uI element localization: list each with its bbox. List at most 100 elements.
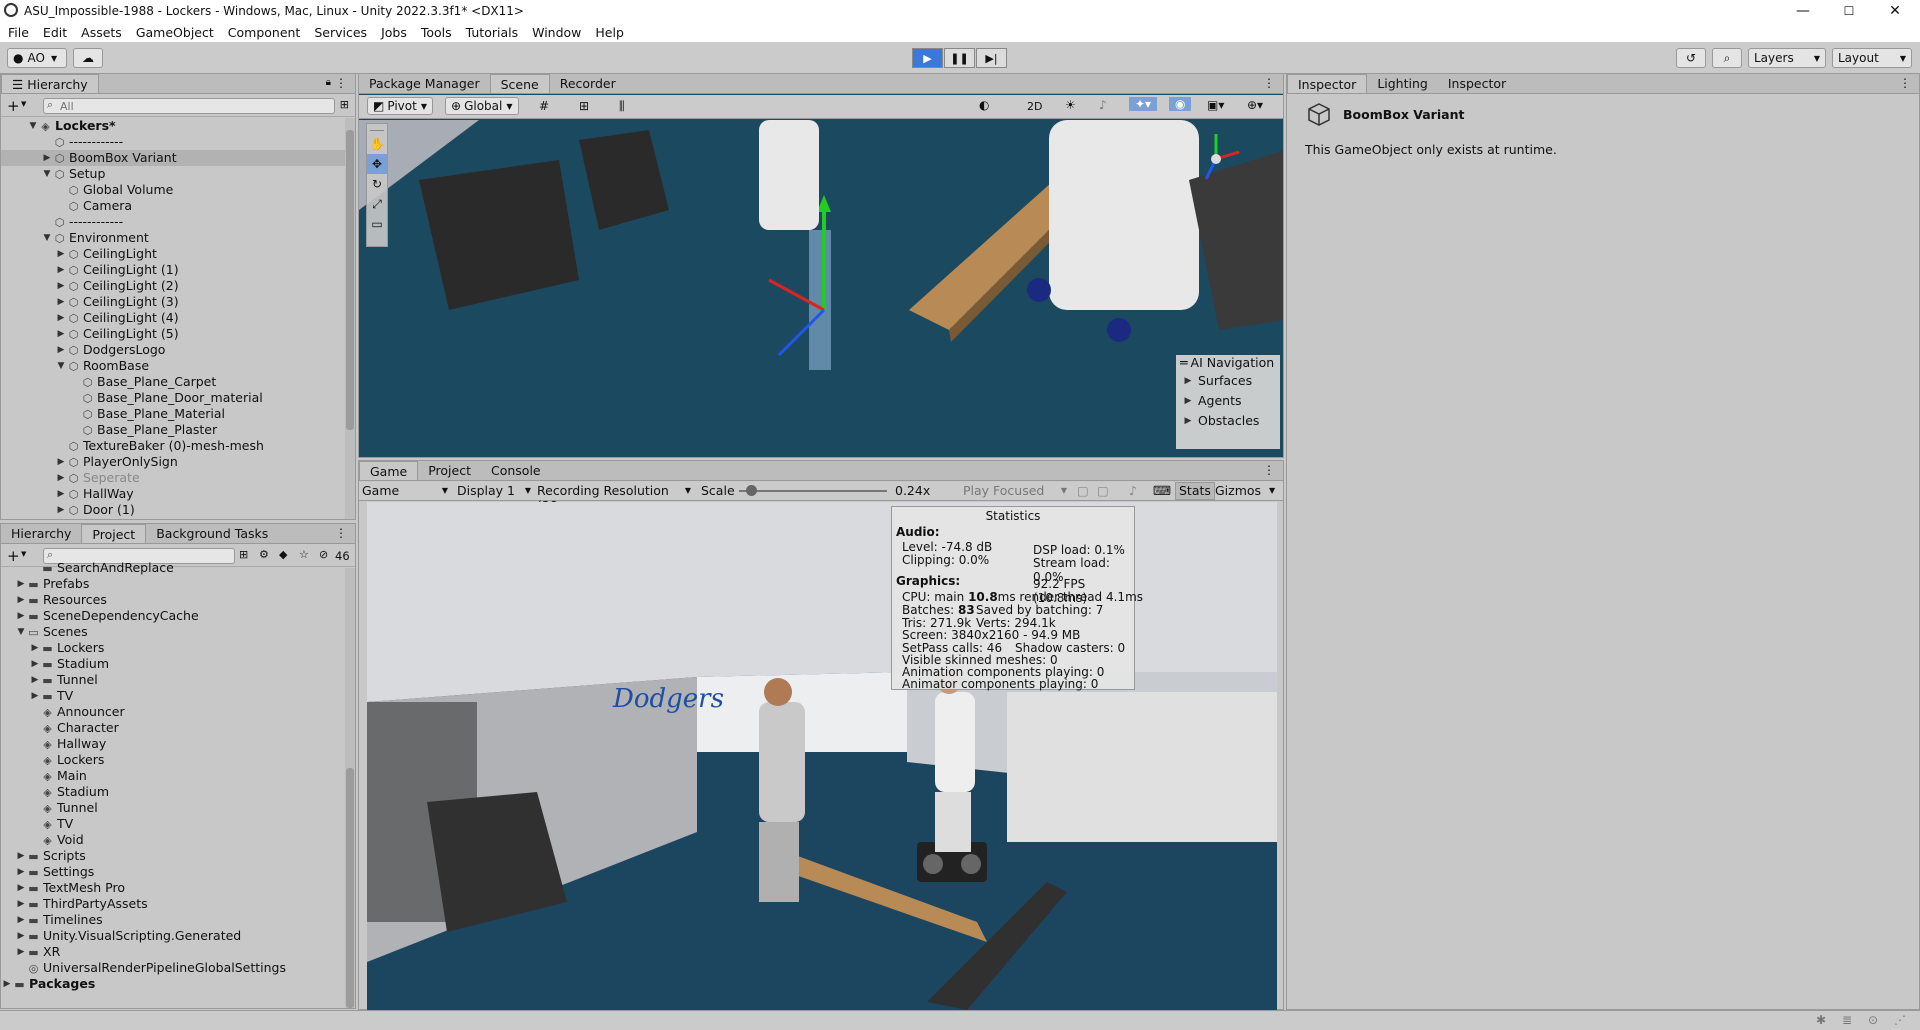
menu-tutorials[interactable]: Tutorials xyxy=(466,25,518,40)
search-button[interactable]: ⌕ xyxy=(1712,48,1742,68)
tab-scene-package-manager[interactable]: Package Manager xyxy=(359,74,490,93)
menu-component[interactable]: Component xyxy=(228,25,301,40)
expand-arrow-icon[interactable]: ▶ xyxy=(55,246,67,262)
expand-arrow-icon[interactable]: ▶ xyxy=(55,310,67,326)
tree-item-folder[interactable]: ▶ ⬡ BoomBox Variant xyxy=(1,150,345,166)
effects-toggle-icon[interactable]: ✦▾ xyxy=(1129,97,1158,111)
tree-item-folder[interactable]: ▶ ⬡ CeilingLight (4) xyxy=(1,310,345,326)
tree-item[interactable]: ◈ Lockers xyxy=(1,752,345,768)
tab-inspector-inspector[interactable]: Inspector xyxy=(1287,74,1368,93)
ruler-icon[interactable]: ⫼ xyxy=(619,99,625,114)
tree-item[interactable]: ⬡ Base_Plane_Plaster xyxy=(1,422,345,438)
tree-item[interactable]: ⬡ Base_Plane_Carpet xyxy=(1,374,345,390)
visibility-toggle-icon[interactable]: ◉ xyxy=(1169,97,1192,111)
tab-left-project[interactable]: Project xyxy=(81,524,147,543)
tree-item[interactable]: ⬡ TextureBaker (0)-mesh-mesh xyxy=(1,438,345,454)
expand-arrow-icon[interactable]: ▶ xyxy=(15,576,27,592)
tree-item[interactable]: ⬡ Global Volume xyxy=(1,182,345,198)
tree-item[interactable]: ◈ TV xyxy=(1,816,345,832)
tree-item-folder[interactable]: ▶ ⬡ Door (1) xyxy=(1,502,345,518)
tree-item-folder[interactable]: ▶ ▬ Timelines xyxy=(1,912,345,928)
lighting-toggle-icon[interactable]: ☀ xyxy=(1065,98,1076,112)
tree-item-folder[interactable]: ▶ ▬ TextMesh Pro xyxy=(1,880,345,896)
tree-item-folder[interactable]: ▶ ⬡ HallWay xyxy=(1,486,345,502)
hand-tool-icon[interactable]: ✋ xyxy=(367,134,387,154)
expand-arrow-icon[interactable]: ▶ xyxy=(1182,373,1194,389)
global-dropdown[interactable]: ⊕ Global ▼ xyxy=(445,97,519,115)
tree-item-folder[interactable]: ▶ ▬ Resources xyxy=(1,592,345,608)
filter-icon[interactable]: ⊞ xyxy=(340,98,349,111)
stats-button[interactable]: Stats xyxy=(1175,482,1215,500)
expand-arrow-icon[interactable]: ▶ xyxy=(1182,413,1194,429)
step-button[interactable]: ▶| xyxy=(976,48,1007,68)
menu-file[interactable]: File xyxy=(8,25,29,40)
layers-dropdown[interactable]: Layers ▼ xyxy=(1748,48,1826,68)
tree-item[interactable]: ⬡ Camera xyxy=(1,198,345,214)
tree-item[interactable]: ▬ SearchAndReplace xyxy=(1,560,345,576)
tree-item[interactable]: ◈ Hallway xyxy=(1,736,345,752)
expand-arrow-icon[interactable]: ▼ xyxy=(41,166,53,182)
expand-arrow-icon[interactable]: ▶ xyxy=(55,486,67,502)
close-button[interactable]: ✕ xyxy=(1872,0,1918,22)
play-focused-dropdown[interactable]: Play Focused ▼ xyxy=(963,483,1069,498)
tree-item-folder[interactable]: ▶ ⬡ CeilingLight (5) xyxy=(1,326,345,342)
scene-viewport[interactable]: ✋ ✥ ↻ ⤢ ▭ ═ AI Navigation ▶ Surfaces ▶ Agen… xyxy=(359,120,1283,457)
tree-item[interactable]: ◎ UniversalRenderPipelineGlobalSettings xyxy=(1,960,345,976)
tree-item[interactable]: ◈ Void xyxy=(1,832,345,848)
nav-item-surfaces[interactable]: ▶ Surfaces xyxy=(1176,371,1280,391)
speaker-icon[interactable]: ♪ xyxy=(1129,483,1137,498)
tree-item-folder[interactable]: ▼ ⬡ RoomBase xyxy=(1,358,345,374)
tab-scene-recorder[interactable]: Recorder xyxy=(550,74,626,93)
tab-game-game[interactable]: Game xyxy=(359,461,419,480)
expand-arrow-icon[interactable]: ▼ xyxy=(15,624,27,640)
expand-arrow-icon[interactable]: ▶ xyxy=(55,262,67,278)
pivot-dropdown[interactable]: ◩ Pivot ▼ xyxy=(367,97,433,115)
tree-item-folder[interactable]: ▼ ⬡ Environment xyxy=(1,230,345,246)
expand-arrow-icon[interactable]: ▶ xyxy=(41,150,53,166)
menu-dots-icon[interactable]: ⋮ xyxy=(1899,76,1911,90)
tab-game-project[interactable]: Project xyxy=(418,461,481,480)
expand-arrow-icon[interactable]: ▶ xyxy=(1182,393,1194,409)
tree-item-folder[interactable]: ▼ ⬡ Setup xyxy=(1,166,345,182)
tree-item-folder[interactable]: ▶ ▬ XR xyxy=(1,944,345,960)
tree-item-folder[interactable]: ▶ ⬡ CeilingLight xyxy=(1,246,345,262)
shading-mode-icon[interactable]: ◐ xyxy=(979,98,989,112)
tree-item-folder[interactable]: ▶ ▬ TV xyxy=(1,688,345,704)
tree-item[interactable]: ◈ Character xyxy=(1,720,345,736)
expand-arrow-icon[interactable]: ▶ xyxy=(55,294,67,310)
tree-item[interactable]: ◈ Main xyxy=(1,768,345,784)
tree-item[interactable]: ⬡ ------------ xyxy=(1,214,345,230)
tree-item[interactable]: ⬡ ------------ xyxy=(1,134,345,150)
tree-item-folder[interactable]: ▶ ▬ Stadium xyxy=(1,656,345,672)
expand-arrow-icon[interactable]: ▶ xyxy=(29,640,41,656)
menu-dots-icon[interactable]: ⋮ xyxy=(1263,76,1275,90)
expand-arrow-icon[interactable]: ▶ xyxy=(15,928,27,944)
tree-item-folder[interactable]: ▶ ▬ Scripts xyxy=(1,848,345,864)
tree-item-folder[interactable]: ▼ ▭ Scenes xyxy=(1,624,345,640)
expand-arrow-icon[interactable]: ▶ xyxy=(55,342,67,358)
hierarchy-scrollbar[interactable] xyxy=(345,118,355,519)
expand-arrow-icon[interactable]: ▶ xyxy=(15,912,27,928)
layout-dropdown[interactable]: Layout ▼ xyxy=(1832,48,1912,68)
expand-arrow-icon[interactable]: ▼ xyxy=(55,358,67,374)
expand-arrow-icon[interactable]: ▶ xyxy=(15,592,27,608)
expand-arrow-icon[interactable]: ▶ xyxy=(15,880,27,896)
menu-dots-icon[interactable]: ⋮ xyxy=(1263,463,1275,477)
tree-item-folder[interactable]: ▶ ▬ Unity.VisualScripting.Generated xyxy=(1,928,345,944)
scale-slider[interactable] xyxy=(739,485,887,496)
tab-inspector-lighting[interactable]: Lighting xyxy=(1367,74,1438,93)
tree-item-folder[interactable]: ▶ ⬡ PlayerOnlySign xyxy=(1,454,345,470)
expand-arrow-icon[interactable]: ▶ xyxy=(55,326,67,342)
nav-item-obstacles[interactable]: ▶ Obstacles xyxy=(1176,411,1280,431)
project-scrollbar[interactable] xyxy=(345,568,355,1008)
tab-left-hierarchy[interactable]: Hierarchy xyxy=(1,524,81,543)
expand-arrow-icon[interactable]: ▶ xyxy=(15,944,27,960)
scrollbar-thumb[interactable] xyxy=(346,130,354,430)
bug-icon[interactable]: ✱ xyxy=(1816,1013,1826,1027)
tree-item-folder[interactable]: ▶ ▬ Settings xyxy=(1,864,345,880)
tree-item-folder[interactable]: ▶ ⬡ Seperate xyxy=(1,470,345,486)
gizmos-icon[interactable]: ⊕▾ xyxy=(1247,98,1263,112)
expand-arrow-icon[interactable]: ▶ xyxy=(15,848,27,864)
menu-window[interactable]: Window xyxy=(532,25,581,40)
scene-render[interactable] xyxy=(359,120,1283,457)
